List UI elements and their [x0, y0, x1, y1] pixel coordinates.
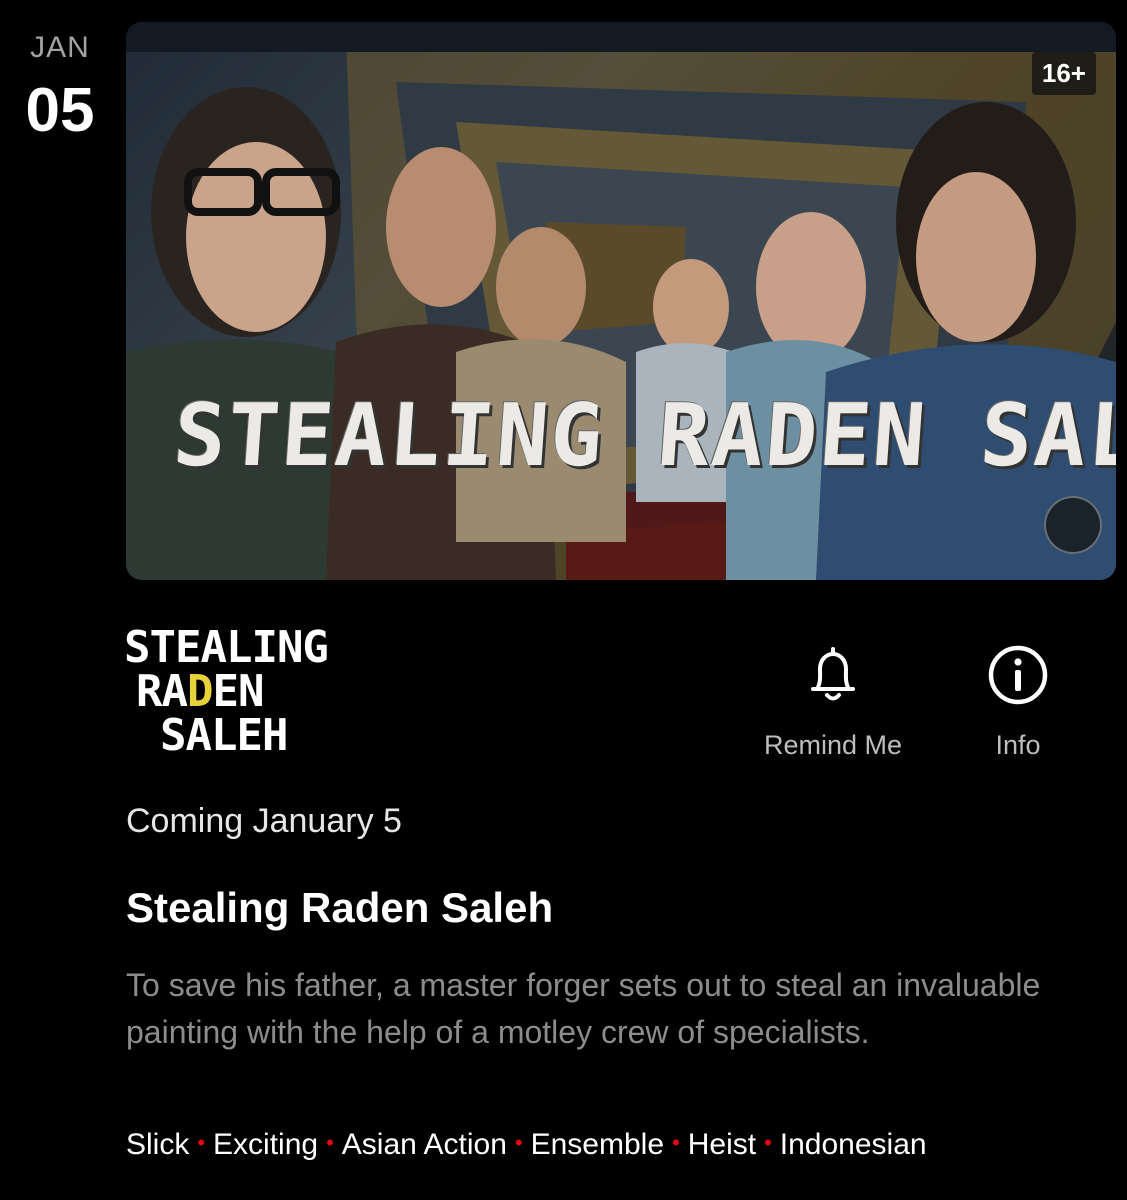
- logo-line-3: SALEH: [160, 710, 288, 761]
- tag-separator: •: [197, 1130, 206, 1155]
- speaker-muted-icon: [1046, 498, 1116, 580]
- info-button[interactable]: Info: [966, 640, 1070, 761]
- info-icon: [988, 645, 1048, 705]
- hero-illustration: [126, 22, 1116, 580]
- remind-me-button[interactable]: Remind Me: [752, 640, 914, 761]
- genre-tag: Ensemble: [530, 1128, 665, 1161]
- tag-separator: •: [514, 1130, 523, 1155]
- tag-separator: •: [672, 1130, 680, 1155]
- hero-artwork[interactable]: STEALING RADEN SALEH 16+: [126, 22, 1116, 580]
- genre-tag: Asian Action: [341, 1128, 507, 1161]
- genre-tag: Slick: [126, 1128, 190, 1161]
- logo-line-1: STEALING: [124, 622, 329, 673]
- tag-separator: •: [764, 1130, 772, 1155]
- title-logo: STEALING RADEN SALEH: [124, 622, 329, 761]
- title-detail-page: JAN 05 STEALING RADEN SALEH 16+ STEALING…: [0, 0, 1127, 1200]
- release-day: 05: [25, 76, 95, 145]
- remind-me-label: Remind Me: [763, 730, 903, 760]
- bell-icon: [811, 647, 855, 701]
- info-label: Info: [995, 730, 1041, 760]
- release-text: Coming January 5: [126, 802, 402, 840]
- genre-tag: Exciting: [213, 1128, 319, 1161]
- logo-line-2: RADEN: [124, 670, 324, 714]
- mute-button[interactable]: [1044, 496, 1102, 554]
- maturity-rating-badge: 16+: [1031, 52, 1096, 95]
- show-title: Stealing Raden Saleh: [126, 884, 554, 931]
- genre-tag: Heist: [687, 1128, 757, 1161]
- genre-tags: Slick • Exciting • Asian Action • Ensemble • Hei…: [126, 1128, 1106, 1162]
- genre-tag: Indonesian: [779, 1128, 927, 1161]
- release-date: JAN 05: [0, 26, 120, 144]
- hero-title-art: STEALING RADEN SALEH: [170, 386, 1116, 486]
- tag-separator: •: [326, 1130, 334, 1155]
- synopsis: To save his father, a master forger sets…: [126, 967, 1041, 1050]
- release-month: JAN: [30, 31, 90, 64]
